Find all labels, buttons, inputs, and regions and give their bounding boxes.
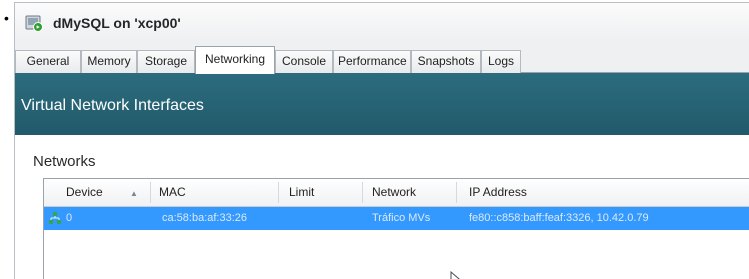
cell-ip-address: fe80::c858:baff:feaf:3326, 10.42.0.79 [469, 212, 649, 224]
grid-header: Device ▲ MAC Limit Network IP Address [44, 179, 749, 207]
column-header-device[interactable]: Device [66, 179, 103, 206]
vm-running-icon [25, 15, 43, 32]
bullet: • [4, 10, 9, 26]
column-divider[interactable] [278, 182, 279, 203]
tab-bar: General Memory Storage Networking Consol… [15, 44, 749, 74]
column-divider[interactable] [150, 182, 151, 203]
vm-properties-window: dMySQL on 'xcp00' General Memory Storage… [14, 2, 749, 279]
title-bar: dMySQL on 'xcp00' [15, 3, 749, 44]
tab-snapshots[interactable]: Snapshots [411, 50, 481, 73]
tab-console[interactable]: Console [275, 50, 333, 73]
column-header-network[interactable]: Network [372, 179, 416, 206]
network-interface-icon [49, 212, 61, 224]
cell-device: 0 [66, 212, 73, 224]
networks-grid: Device ▲ MAC Limit Network IP Address 0 … [43, 178, 749, 279]
column-header-limit[interactable]: Limit [289, 179, 314, 206]
mouse-pointer-icon [450, 271, 460, 279]
tab-storage[interactable]: Storage [137, 50, 195, 73]
networks-heading: Networks [33, 153, 96, 170]
banner-title: Virtual Network Interfaces [21, 97, 204, 114]
tab-general[interactable]: General [15, 50, 81, 73]
sort-ascending-icon: ▲ [130, 189, 138, 198]
tab-performance[interactable]: Performance [333, 50, 411, 73]
column-header-mac[interactable]: MAC [159, 179, 186, 206]
section-banner: Virtual Network Interfaces [15, 73, 749, 135]
column-header-ip-address[interactable]: IP Address [469, 179, 527, 206]
tab-memory[interactable]: Memory [81, 50, 137, 73]
tab-networking[interactable]: Networking [195, 46, 275, 74]
column-divider[interactable] [456, 182, 457, 203]
cell-network: Tráfico MVs [372, 212, 431, 224]
table-row[interactable]: 0 ca:58:ba:af:33:26 Tráfico MVs fe80::c8… [44, 207, 749, 230]
cell-mac: ca:58:ba:af:33:26 [162, 212, 248, 224]
window-title: dMySQL on 'xcp00' [53, 15, 181, 31]
column-divider[interactable] [362, 182, 363, 203]
tab-logs[interactable]: Logs [481, 50, 521, 73]
